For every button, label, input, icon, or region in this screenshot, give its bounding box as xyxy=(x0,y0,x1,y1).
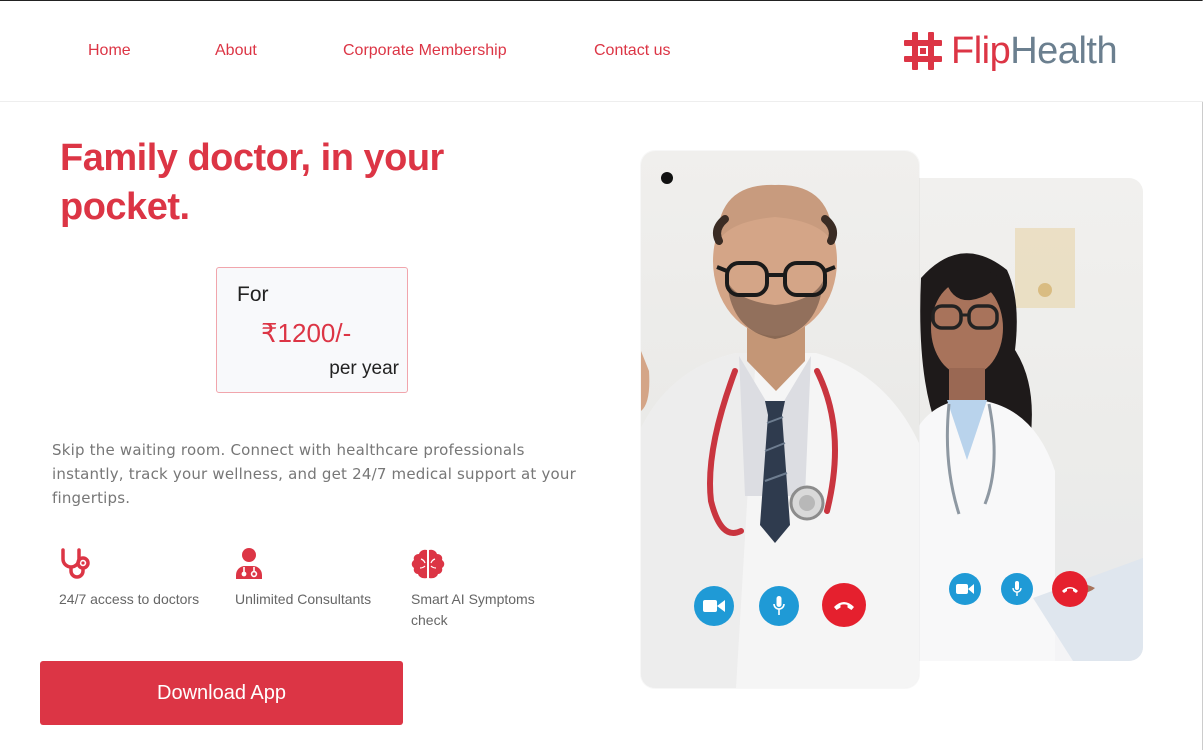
hang-up-button-secondary[interactable] xyxy=(1052,571,1088,607)
logo-text: FlipHealth xyxy=(951,30,1118,72)
feature-doctor-access: 24/7 access to doctors xyxy=(59,547,219,610)
feature-ai-symptoms: Smart AI Symptoms check xyxy=(411,547,561,631)
price-prefix: For xyxy=(237,283,269,306)
microphone-button-secondary[interactable] xyxy=(1001,573,1033,605)
microphone-icon xyxy=(773,596,785,615)
feature-unlimited-consultants: Unlimited Consultants xyxy=(235,547,395,610)
brain-icon xyxy=(411,549,445,579)
video-camera-button-secondary[interactable] xyxy=(949,573,981,605)
nav-home-link[interactable]: Home xyxy=(88,42,131,60)
video-camera-button[interactable] xyxy=(694,586,734,626)
price-card: For ₹1200/- per year xyxy=(216,267,408,393)
stethoscope-icon xyxy=(61,548,90,579)
flip-health-logo[interactable]: FlipHealth xyxy=(903,29,1118,73)
price-period: per year xyxy=(329,358,399,379)
nav-corporate-membership-link[interactable]: Corporate Membership xyxy=(343,42,507,60)
doctor-icon xyxy=(236,548,262,579)
logo-mark-icon xyxy=(904,32,942,70)
video-camera-icon xyxy=(956,584,974,594)
hang-up-icon xyxy=(1062,587,1078,593)
feature-label: 24/7 access to doctors xyxy=(59,591,200,607)
hero-title: Family doctor, in your pocket. xyxy=(60,137,444,228)
nav-about-link[interactable]: About xyxy=(215,42,257,60)
hero-description: Skip the waiting room. Connect with heal… xyxy=(52,441,576,507)
video-camera-icon xyxy=(703,600,725,612)
price-amount: ₹1200/- xyxy=(261,318,352,348)
microphone-button[interactable] xyxy=(759,586,799,626)
video-call-preview-main xyxy=(641,151,919,688)
nav-contact-link[interactable]: Contact us xyxy=(594,42,670,60)
hang-up-icon xyxy=(834,602,854,610)
navbar: Home About Corporate Membership Contact … xyxy=(0,1,1203,102)
hang-up-button[interactable] xyxy=(822,583,866,627)
download-app-button[interactable]: Download App xyxy=(40,661,403,725)
microphone-icon xyxy=(1012,581,1022,596)
feature-label: Smart AI Symptoms check xyxy=(411,591,535,628)
feature-label: Unlimited Consultants xyxy=(235,591,372,607)
front-camera-dot xyxy=(661,172,673,184)
video-call-preview-secondary xyxy=(905,178,1143,661)
